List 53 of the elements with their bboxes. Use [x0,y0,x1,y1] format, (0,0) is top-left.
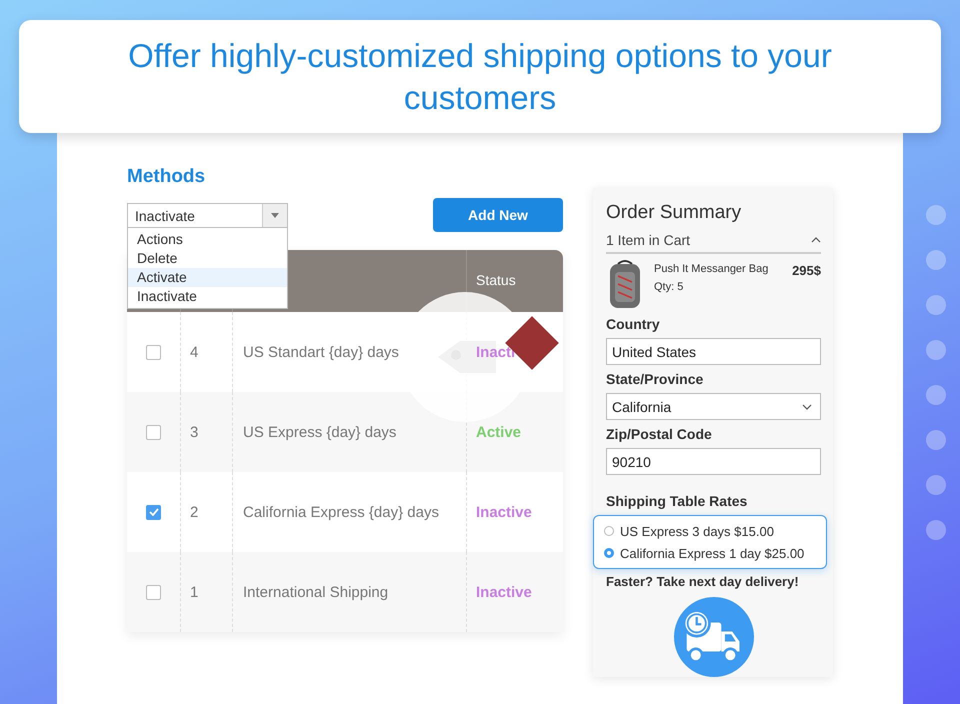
section-title: Methods [127,166,206,189]
decor-dot [926,385,946,405]
status-label: Inacti [476,344,516,360]
dropdown-option[interactable]: Inactivate [128,287,287,306]
decor-dot [926,205,946,225]
dropdown-option[interactable]: Activate [128,268,287,287]
method-name: California Express {day} days [243,504,439,520]
cart-count: 1 Item in Cart [606,232,690,248]
method-name: International Shipping [243,584,388,600]
dropdown-option[interactable]: Actions [128,230,287,249]
item-price: 295$ [792,262,821,278]
decor-dot [926,520,946,540]
row-checkbox[interactable] [146,424,161,440]
text-field[interactable]: 90210 [606,448,821,475]
row-checkbox[interactable] [146,504,161,520]
chevron-down-icon [802,404,812,410]
promo-text: Faster? Take next day delivery! [606,574,800,589]
item-name: Push It Messanger Bag [654,263,770,275]
radio-button[interactable] [604,548,614,558]
status-label: Active [476,424,522,440]
text-field[interactable]: United States [606,338,821,365]
field-label: Shipping Table Rates [606,493,748,509]
decor-dot [926,430,946,450]
method-name: US Express {day} days [243,424,396,440]
column-header: Status [476,272,516,288]
headline: Offer highly-customized shipping options to your customers [127,36,833,118]
radio-button[interactable] [604,526,614,536]
status-label: Inactive [476,504,532,520]
status-label: Inactive [476,584,532,600]
item-quantity: Qty: 5 [654,281,684,293]
decor-dot [926,340,946,360]
row-number: 4 [190,344,198,360]
field-label: Country [606,316,661,332]
field-label: State/Province [606,371,704,387]
dropdown-arrow-icon [271,213,279,218]
row-number: 3 [190,424,198,440]
method-name: US Standart {day} days [243,344,399,360]
card-title: Order Summary [606,202,742,224]
chevron-up-icon[interactable] [811,237,821,243]
rate-option[interactable]: California Express 1 day $25.00 [604,542,816,564]
decor-dot [926,250,946,270]
row-number: 1 [190,584,198,600]
action-select[interactable]: Inactivate [127,203,288,228]
row-checkbox[interactable] [146,584,161,600]
rate-option[interactable]: US Express 3 days $15.00 [604,520,816,542]
dropdown-option[interactable]: Delete [128,249,287,268]
row-checkbox[interactable] [146,344,161,360]
state-select[interactable]: California [606,393,821,420]
decor-dot [926,295,946,315]
add-new-button[interactable]: Add New [433,198,563,232]
row-number: 2 [190,504,198,520]
decor-dot [926,475,946,495]
field-label: Zip/Postal Code [606,426,713,442]
